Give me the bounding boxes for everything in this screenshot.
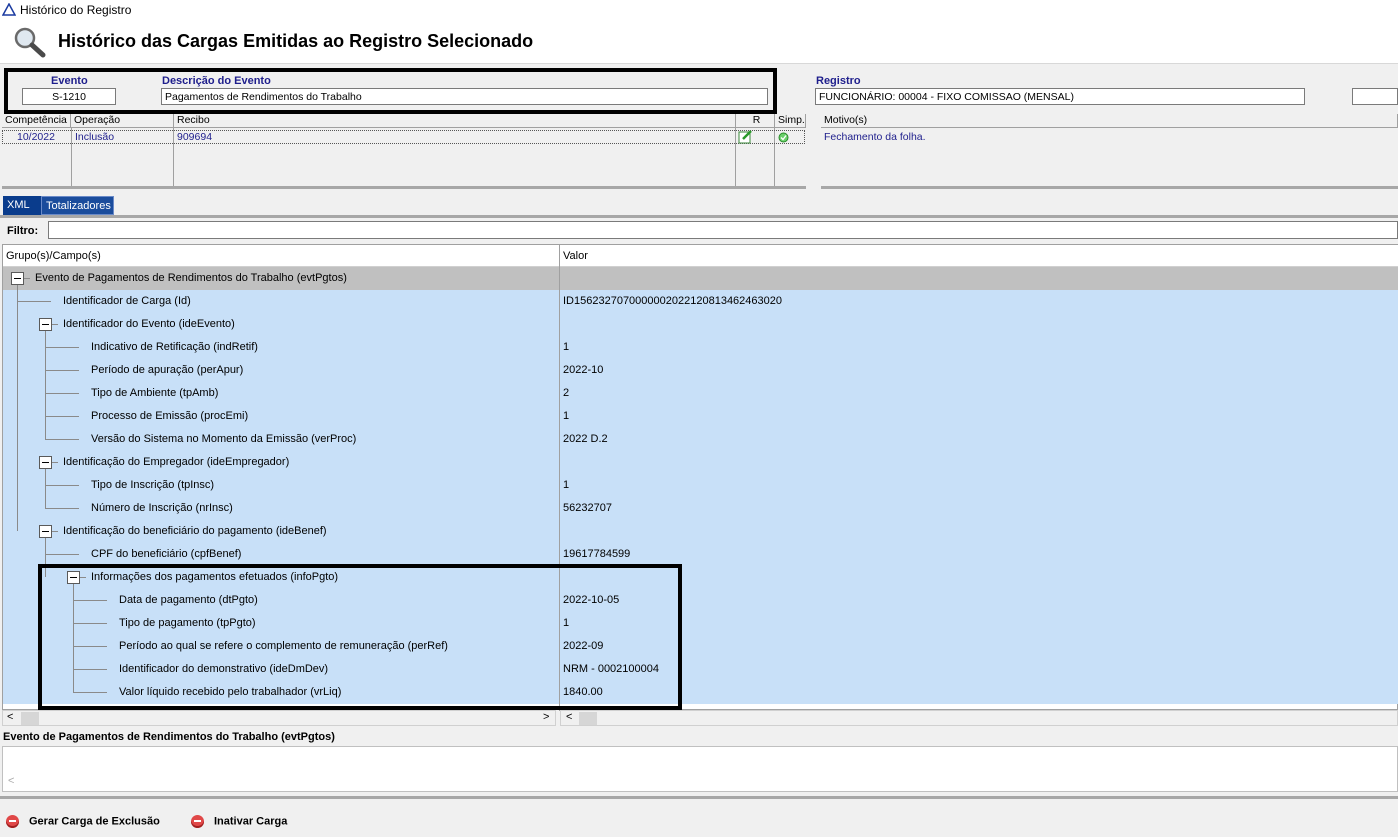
detail-box: < xyxy=(2,746,1398,792)
scroll-right-arrow[interactable]: > xyxy=(543,711,549,723)
tree-label: Identificação do beneficiário do pagamen… xyxy=(63,525,327,537)
window-title: Histórico do Registro xyxy=(20,3,132,17)
tree-value: 1 xyxy=(563,410,570,422)
tree-label: Processo de Emissão (procEmi) xyxy=(91,410,249,422)
tree-row[interactable]: Indicativo de Retificação (indRetif) 1 xyxy=(3,336,1398,359)
tree-label: CPF do beneficiário (cpfBenef) xyxy=(91,548,242,560)
table-row[interactable] xyxy=(2,130,805,144)
col-motivo: Motivo(s) xyxy=(821,114,1398,128)
tree-label: Identificação do Empregador (ideEmpregad… xyxy=(63,456,290,468)
tree-label: Número de Inscrição (nrInsc) xyxy=(91,502,233,514)
magnifier-icon xyxy=(14,27,46,58)
cell-operacao: Inclusão xyxy=(75,131,115,143)
tree-value: 19617784599 xyxy=(563,548,631,560)
tree-col-campo[interactable]: Grupo(s)/Campo(s) xyxy=(6,250,101,262)
tree-label: Tipo de Ambiente (tpAmb) xyxy=(91,387,219,399)
tree-row[interactable]: Evento de Pagamentos de Rendimentos do T… xyxy=(3,267,1398,290)
registro-label: Registro xyxy=(816,75,861,87)
descricao-field[interactable]: Pagamentos de Rendimentos do Trabalho xyxy=(161,88,768,105)
extra-field[interactable] xyxy=(1352,88,1398,105)
tree-value: 2022 D.2 xyxy=(563,433,608,445)
scroll-thumb-2[interactable] xyxy=(579,712,597,725)
tree-header: Grupo(s)/Campo(s) Valor xyxy=(3,245,1398,267)
page-title: Histórico das Cargas Emitidas ao Registr… xyxy=(58,31,534,51)
filter-label: Filtro: xyxy=(7,225,39,237)
tree-row[interactable]: Identificador de Carga (Id) ID15623270700… xyxy=(3,290,1398,313)
tree-row[interactable]: CPF do beneficiário (cpfBenef) 1961778459… xyxy=(3,543,1398,566)
tree-row[interactable]: Número de Inscrição (nrInsc) 56232707 xyxy=(3,497,1398,520)
tree-row[interactable]: Identificador do Evento (ideEvento) xyxy=(3,313,1398,336)
tree-value: 2 xyxy=(563,387,570,399)
col-operacao[interactable]: Operação xyxy=(71,114,174,128)
col-simp[interactable]: Simp. xyxy=(775,114,806,128)
collapse-toggle-icon[interactable] xyxy=(11,272,24,285)
tree-row[interactable]: Identificação do beneficiário do pagamen… xyxy=(3,520,1398,543)
cell-competencia: 10/2022 xyxy=(17,131,55,143)
grid-bottom-bar xyxy=(2,186,806,189)
filter-input[interactable] xyxy=(48,221,1398,239)
tab-xml[interactable]: XML xyxy=(3,196,41,215)
tree-hscrollbar-right[interactable]: < xyxy=(560,710,1398,726)
footer-separator xyxy=(0,796,1398,799)
motivo-text: Fechamento da folha. xyxy=(824,131,926,143)
motivo-panel: Fechamento da folha. xyxy=(821,128,1398,186)
tree-row[interactable]: Versão do Sistema no Momento da Emissão … xyxy=(3,428,1398,451)
tree-connector xyxy=(17,285,18,531)
col-r[interactable]: R xyxy=(736,114,775,128)
col-recibo[interactable]: Recibo xyxy=(174,114,736,128)
tab-underline xyxy=(0,215,1398,218)
collapse-toggle-icon[interactable] xyxy=(39,525,52,538)
evento-field[interactable]: S-1210 xyxy=(22,88,116,105)
cell-recibo: 909694 xyxy=(177,131,213,143)
page-header: Histórico das Cargas Emitidas ao Registr… xyxy=(0,20,1398,64)
scroll-thumb[interactable] xyxy=(21,712,39,725)
edit-icon[interactable] xyxy=(738,129,753,144)
tree-label: Tipo de Inscrição (tpInsc) xyxy=(91,479,215,491)
tree-row[interactable]: Processo de Emissão (procEmi) 1 xyxy=(3,405,1398,428)
tree-value: 1 xyxy=(563,479,570,491)
tab-totalizadores[interactable]: Totalizadores xyxy=(41,196,114,215)
minus-circle-icon xyxy=(191,815,204,828)
registro-field[interactable]: FUNCIONÁRIO: 00004 - FIXO COMISSAO (MENS… xyxy=(815,88,1305,105)
history-grid: 10/2022 Inclusão 909694 xyxy=(0,128,806,186)
detail-scroll-left[interactable]: < xyxy=(8,775,14,787)
motivo-bottom-bar xyxy=(821,186,1398,189)
collapse-toggle-icon[interactable] xyxy=(39,456,52,469)
tree-row[interactable]: Tipo de Ambiente (tpAmb) 2 xyxy=(3,382,1398,405)
descricao-label: Descrição do Evento xyxy=(162,75,271,87)
tree-label: Evento de Pagamentos de Rendimentos do T… xyxy=(35,272,347,284)
tree-value: ID1562327070000002022120813462463020 xyxy=(563,295,783,307)
tree-value: 2022-10 xyxy=(563,364,604,376)
window-titlebar: Histórico do Registro xyxy=(0,0,1398,20)
col-competencia[interactable]: Competência xyxy=(2,114,71,128)
tree-hscrollbar-left[interactable]: < > xyxy=(2,710,556,726)
tree-label: Identificador de Carga (Id) xyxy=(63,295,191,307)
scroll-left-arrow-2[interactable]: < xyxy=(566,711,572,723)
tree-col-valor[interactable]: Valor xyxy=(563,250,588,262)
tree-row[interactable]: Tipo de Inscrição (tpInsc) 1 xyxy=(3,474,1398,497)
tree-value: 56232707 xyxy=(563,502,612,514)
tree-label: Versão do Sistema no Momento da Emissão … xyxy=(91,433,357,445)
highlight-frame-infopgto xyxy=(38,564,682,710)
tree-value: 1 xyxy=(563,341,570,353)
warning-icon xyxy=(2,3,16,16)
tree-row[interactable]: Período de apuração (perApur) 2022-10 xyxy=(3,359,1398,382)
tree-row[interactable]: Identificação do Empregador (ideEmpregad… xyxy=(3,451,1398,474)
tree-label: Indicativo de Retificação (indRetif) xyxy=(91,341,258,353)
inativar-carga-button[interactable]: Inativar Carga xyxy=(191,815,287,828)
tree-connector xyxy=(45,469,46,508)
collapse-toggle-icon[interactable] xyxy=(39,318,52,331)
check-icon[interactable] xyxy=(778,132,789,143)
gerar-carga-exclusao-button[interactable]: Gerar Carga de Exclusão xyxy=(6,815,160,828)
tree-connector xyxy=(45,331,46,439)
evento-label: Evento xyxy=(51,75,88,87)
scroll-left-arrow[interactable]: < xyxy=(7,711,13,723)
tree-label: Período de apuração (perApur) xyxy=(91,364,244,376)
detail-label: Evento de Pagamentos de Rendimentos do T… xyxy=(3,731,335,743)
minus-circle-icon xyxy=(6,815,19,828)
tree-label: Identificador do Evento (ideEvento) xyxy=(63,318,235,330)
